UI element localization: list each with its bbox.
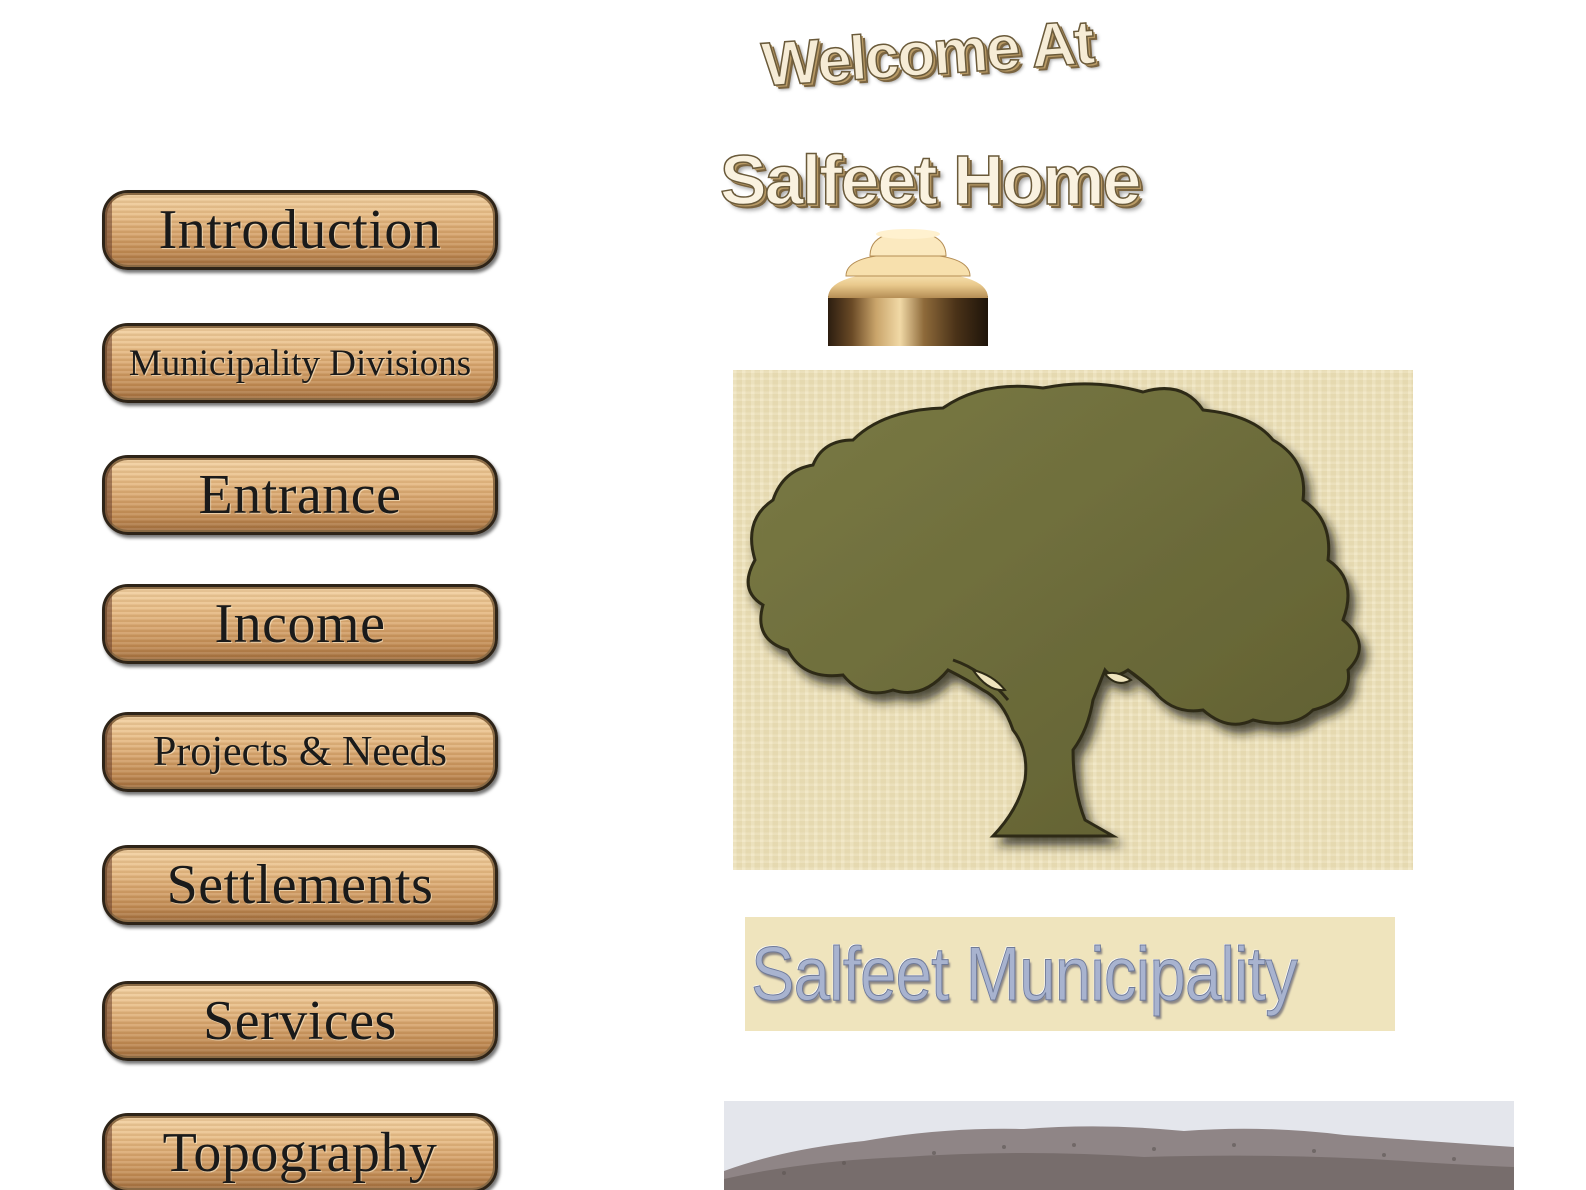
municipality-banner: Salfeet Municipality — [745, 917, 1395, 1031]
nav-button-label: Services — [203, 990, 397, 1052]
main-nav: Introduction Municipality Divisions Entr… — [102, 0, 498, 1190]
municipality-banner-text: Salfeet Municipality — [751, 931, 1299, 1017]
nav-button-label: Projects & Needs — [153, 729, 447, 775]
nav-button-topography[interactable]: Topography — [102, 1113, 498, 1190]
nav-button-label: Topography — [162, 1122, 438, 1184]
nav-button-entrance[interactable]: Entrance — [102, 455, 498, 535]
nav-button-introduction[interactable]: Introduction — [102, 190, 498, 270]
pedestal-icon — [828, 228, 988, 346]
nav-button-label: Municipality Divisions — [128, 342, 472, 384]
nav-button-income[interactable]: Income — [102, 584, 498, 664]
nav-button-label: Income — [214, 593, 386, 655]
nav-button-services[interactable]: Services — [102, 981, 498, 1061]
nav-button-municipality-divisions[interactable]: Municipality Divisions — [102, 323, 498, 403]
nav-button-projects-needs[interactable]: Projects & Needs — [102, 712, 498, 792]
nav-button-label: Introduction — [158, 199, 442, 261]
nav-button-settlements[interactable]: Settlements — [102, 845, 498, 925]
nav-button-label: Settlements — [166, 854, 434, 916]
landscape-photo — [724, 1101, 1514, 1190]
nav-button-label: Entrance — [198, 464, 402, 526]
olive-tree-icon — [746, 382, 1361, 838]
tree-logo-panel — [733, 370, 1413, 870]
welcome-heading: Welcome At — [759, 7, 1096, 101]
page-title: Salfeet Home — [719, 140, 1142, 220]
